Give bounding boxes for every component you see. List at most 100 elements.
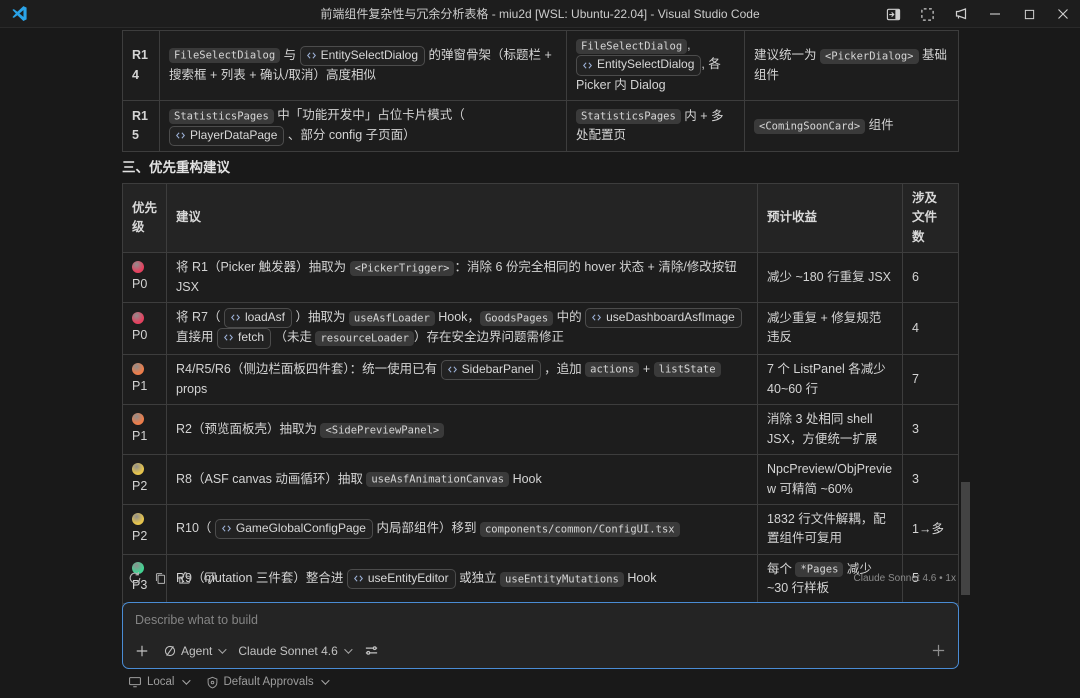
chat-input-placeholder: Describe what to build [135, 613, 258, 627]
priority-dot-icon [132, 261, 144, 273]
chat-input-box[interactable]: Describe what to build Agent Claude Sonn… [122, 602, 959, 669]
vscode-window: 前端组件复杂性与冗余分析表格 - miu2d [WSL: Ubuntu-22.0… [0, 0, 1080, 698]
priority-dot-icon [132, 463, 144, 475]
suggestion-cell: R9（mutation 三件套）整合进 useEntityEditor 或独立 … [167, 554, 758, 604]
row-id: R14 [123, 31, 160, 101]
inline-code-chip: <PickerTrigger> [350, 261, 455, 276]
file-count-cell: 3 [903, 405, 959, 455]
priority-label: P1 [132, 377, 147, 396]
column-header: 预计收益 [758, 184, 903, 253]
priority-label: P2 [132, 477, 147, 496]
priority-table-header-row: 优先级建议预计收益涉及文件数 [123, 184, 959, 253]
send-plus-icon[interactable] [927, 640, 950, 661]
symbol-icon [221, 523, 232, 534]
inline-code-chip: components/common/ConfigUI.tsx [480, 522, 680, 537]
redundancy-table-body: R14FileSelectDialog 与 EntitySelectDialog… [123, 31, 959, 152]
model-picker-label: Claude Sonnet 4.6 [238, 644, 337, 658]
symbol-icon [591, 312, 602, 323]
priority-cell: P0 [123, 302, 167, 354]
title-bar: 前端组件复杂性与冗余分析表格 - miu2d [WSL: Ubuntu-22.0… [0, 0, 1080, 28]
tools-config-icon[interactable] [360, 640, 383, 661]
priority-label: P0 [132, 275, 147, 294]
symbol-icon [223, 332, 234, 343]
retry-icon[interactable] [127, 570, 143, 586]
thumbs-down-icon[interactable] [202, 570, 218, 586]
shield-icon [206, 676, 219, 689]
symbol-link-chip[interactable]: EntitySelectDialog [576, 55, 701, 75]
minimize-button[interactable] [978, 0, 1012, 28]
priority-dot-icon [132, 413, 144, 425]
priority-dot-icon [132, 513, 144, 525]
inline-code-chip: StatisticsPages [169, 109, 274, 124]
inline-code-chip: GoodsPages [480, 311, 553, 326]
priority-label: P2 [132, 527, 147, 546]
symbol-link-chip[interactable]: EntitySelectDialog [300, 46, 425, 66]
table-row: P2R8（ASF canvas 动画循环）抽取 useAsfAnimationC… [123, 455, 959, 505]
toggle-secondary-sidebar-icon[interactable] [876, 0, 910, 28]
customize-layout-icon[interactable] [910, 0, 944, 28]
chevron-down-icon [182, 676, 190, 684]
model-usage-note: Claude Sonnet 4.6 • 1x [854, 573, 956, 584]
environment-dropdown[interactable]: Local [128, 675, 188, 689]
description-cell: StatisticsPages 中「功能开发中」占位卡片模式（ PlayerDa… [160, 101, 567, 152]
message-actions [127, 570, 218, 586]
inline-code-chip: <PickerDialog> [820, 49, 919, 64]
priority-label: P1 [132, 427, 147, 446]
suggestion-cell: 将 R7（ loadAsf ）抽取为 useAsfLoader Hook，Goo… [167, 302, 758, 354]
symbol-link-chip[interactable]: SidebarPanel [441, 360, 541, 380]
vscode-logo-icon [9, 4, 29, 24]
location-cell: StatisticsPages 内 + 多处配置页 [567, 101, 745, 152]
announcement-icon[interactable] [944, 0, 978, 28]
inline-code-chip: listState [654, 362, 721, 377]
approvals-dropdown[interactable]: Default Approvals [206, 676, 327, 689]
inline-code-chip: useAsfLoader [349, 311, 435, 326]
symbol-link-chip[interactable]: PlayerDataPage [169, 126, 284, 146]
advice-cell: <ComingSoonCard> 组件 [745, 101, 959, 152]
thumbs-up-icon[interactable] [177, 570, 193, 586]
inline-code-chip: FileSelectDialog [576, 39, 687, 54]
suggestion-cell: R4/R5/R6（侧边栏面板四件套）：统一使用已有 SidebarPanel ，… [167, 354, 758, 405]
symbol-icon [447, 364, 458, 375]
approvals-label: Default Approvals [224, 676, 314, 688]
chevron-down-icon [344, 645, 352, 653]
table-row: P1R2（预览面板壳）抽取为 <SidePreviewPanel>消除 3 处相… [123, 405, 959, 455]
agent-mode-dropdown[interactable]: Agent [159, 641, 228, 661]
location-cell: FileSelectDialog, EntitySelectDialog, 各 … [567, 31, 745, 101]
symbol-link-chip[interactable]: loadAsf [224, 308, 292, 328]
benefit-cell: 减少 ~180 行重复 JSX [758, 253, 903, 303]
column-header: 优先级 [123, 184, 167, 253]
chat-status-bar: Local Default Approvals [128, 675, 327, 689]
maximize-button[interactable] [1012, 0, 1046, 28]
symbol-icon [353, 573, 364, 584]
symbol-link-chip[interactable]: GameGlobalConfigPage [215, 519, 373, 539]
description-cell: FileSelectDialog 与 EntitySelectDialog 的弹… [160, 31, 567, 101]
inline-code-chip: actions [585, 362, 639, 377]
symbol-icon [582, 60, 593, 71]
column-header: 涉及文件数 [903, 184, 959, 253]
file-count-cell: 6 [903, 253, 959, 303]
copy-icon[interactable] [152, 570, 168, 586]
close-button[interactable] [1046, 0, 1080, 28]
inline-code-chip: *Pages [795, 562, 843, 577]
priority-table-body: P0将 R1（Picker 触发器）抽取为 <PickerTrigger>：消除… [123, 253, 959, 654]
table-row: P1 R4/R5/R6（侧边栏面板四件套）：统一使用已有 SidebarPanel… [123, 354, 959, 405]
symbol-link-chip[interactable]: useEntityEditor [347, 569, 456, 589]
scrollbar-thumb[interactable] [961, 482, 970, 595]
inline-code-chip: useAsfAnimationCanvas [366, 472, 509, 487]
priority-cell: P1 [123, 354, 167, 405]
row-id: R15 [123, 101, 160, 152]
symbol-link-chip[interactable]: fetch [217, 328, 271, 348]
table-row: R14FileSelectDialog 与 EntitySelectDialog… [123, 31, 959, 101]
benefit-cell: 减少重复 + 修复规范违反 [758, 302, 903, 354]
attach-context-button[interactable] [131, 641, 153, 661]
benefit-cell: NpcPreview/ObjPreview 可精简 ~60% [758, 455, 903, 505]
inline-code-chip: <ComingSoonCard> [754, 119, 865, 134]
file-count-cell: 1→多 [903, 504, 959, 554]
file-count-cell: 4 [903, 302, 959, 354]
symbol-icon [175, 130, 186, 141]
symbol-link-chip[interactable]: useDashboardAsfImage [585, 308, 742, 328]
model-picker-dropdown[interactable]: Claude Sonnet 4.6 [234, 641, 353, 661]
priority-table: 优先级建议预计收益涉及文件数 P0将 R1（Picker 触发器）抽取为 <Pi… [122, 183, 959, 654]
priority-cell: P2 [123, 455, 167, 505]
priority-label: P0 [132, 326, 147, 345]
